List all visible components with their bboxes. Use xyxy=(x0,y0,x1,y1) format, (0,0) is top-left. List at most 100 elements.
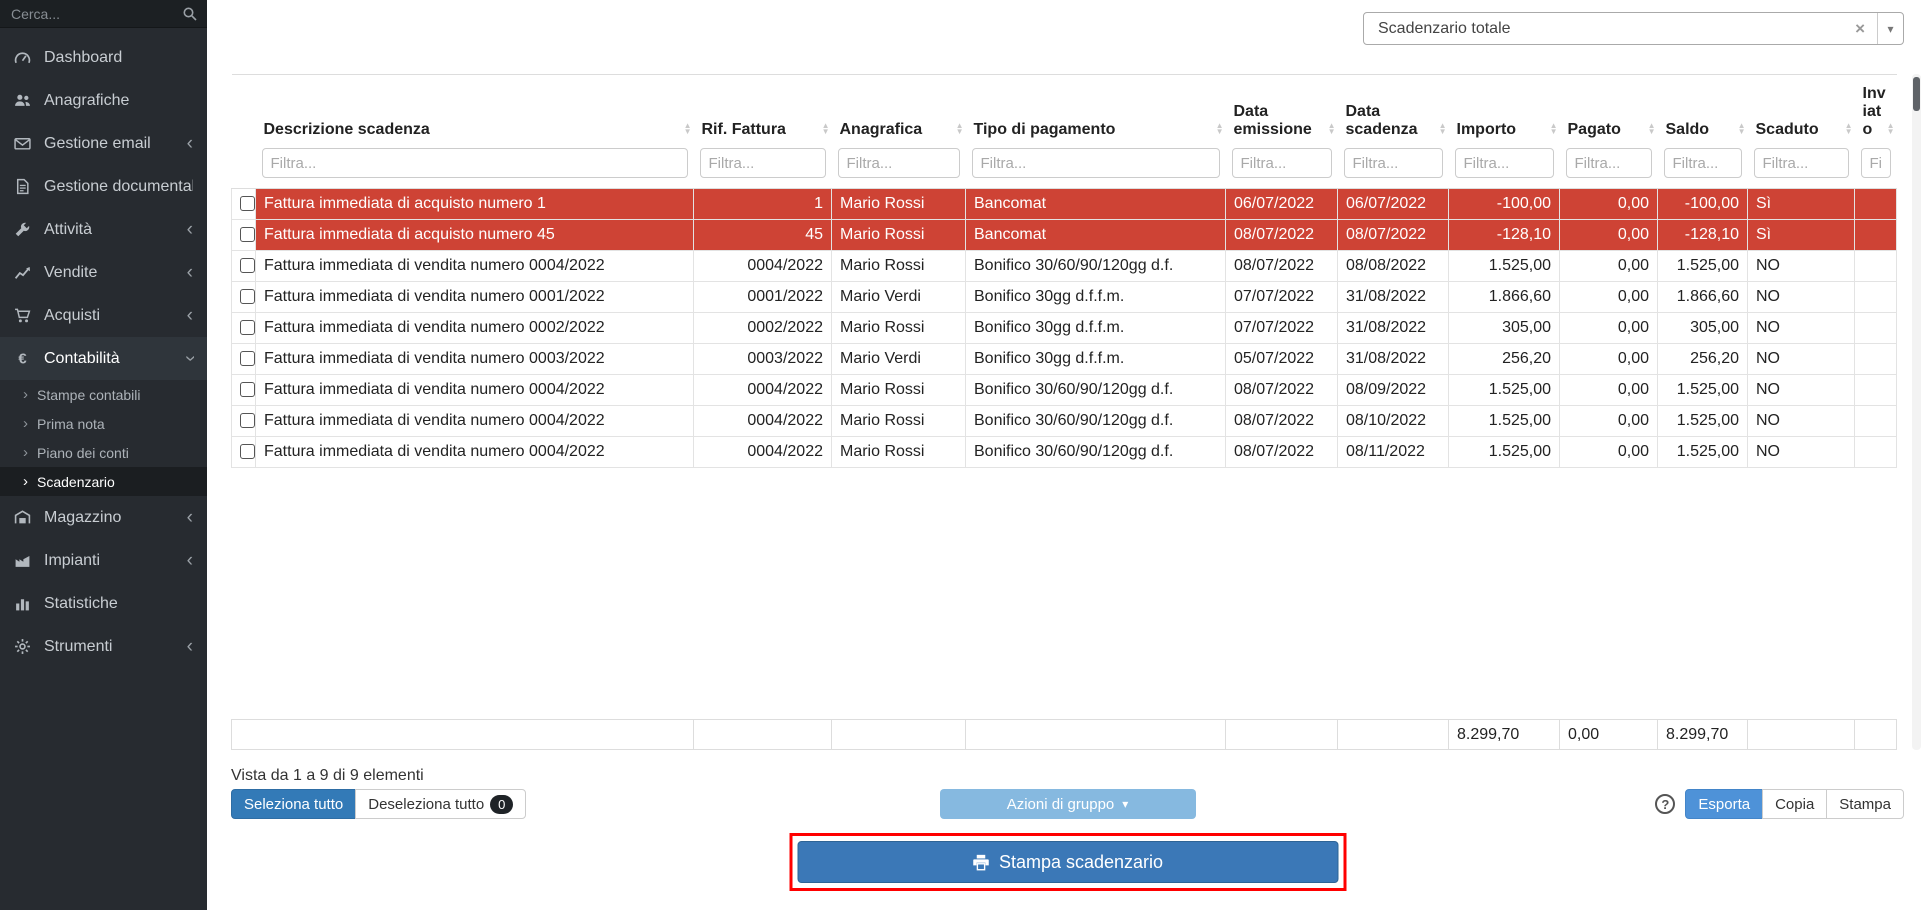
row-checkbox[interactable] xyxy=(240,444,255,459)
sidebar-item-statistiche[interactable]: Statistiche xyxy=(0,582,207,625)
table-row[interactable]: Fattura immediata di vendita numero 0003… xyxy=(232,344,1897,375)
row-checkbox[interactable] xyxy=(240,196,255,211)
filter-input-rif[interactable] xyxy=(700,148,826,178)
help-icon[interactable]: ? xyxy=(1655,794,1675,814)
sidebar-item-attivita[interactable]: Attività‹ xyxy=(0,208,207,251)
filter-input-anagrafica[interactable] xyxy=(838,148,960,178)
sidebar-subitem-scadenzario[interactable]: ›Scadenzario xyxy=(0,467,207,496)
cell-rif: 0001/2022 xyxy=(694,282,832,313)
filter-input-importo[interactable] xyxy=(1455,148,1554,178)
row-checkbox[interactable] xyxy=(240,351,255,366)
sidebar-item-impianti[interactable]: Impianti‹ xyxy=(0,539,207,582)
column-header-inviato[interactable]: Inviato▲▼ xyxy=(1855,75,1897,145)
cell-saldo: 1.525,00 xyxy=(1658,406,1748,437)
chevron-left-icon: ‹ xyxy=(181,637,193,656)
table-row[interactable]: Fattura immediata di vendita numero 0002… xyxy=(232,313,1897,344)
print-button[interactable]: Stampa xyxy=(1826,789,1904,819)
chevron-down-icon[interactable]: ▾ xyxy=(1877,13,1903,44)
column-header-saldo[interactable]: Saldo▲▼ xyxy=(1658,75,1748,145)
sidebar-item-strumenti[interactable]: Strumenti‹ xyxy=(0,625,207,668)
sidebar-item-anagrafiche[interactable]: Anagrafiche xyxy=(0,79,207,122)
filter-input-descrizione[interactable] xyxy=(262,148,688,178)
sort-icon: ▲▼ xyxy=(1439,123,1447,135)
column-header-rif[interactable]: Rif. Fattura▲▼ xyxy=(694,75,832,145)
filter-input-emissione[interactable] xyxy=(1232,148,1332,178)
filter-input-scaduto[interactable] xyxy=(1754,148,1849,178)
table-row[interactable]: Fattura immediata di acquisto numero 11M… xyxy=(232,189,1897,220)
sidebar-item-magazzino[interactable]: Magazzino‹ xyxy=(0,496,207,539)
print-schedule-button[interactable]: Stampa scadenzario xyxy=(798,841,1339,883)
cell-checkbox xyxy=(232,375,256,406)
sort-icon: ▲▼ xyxy=(1648,123,1656,135)
sidebar-subitem-stampe-contabili[interactable]: ›Stampe contabili xyxy=(0,380,207,409)
cell-scaduto: NO xyxy=(1748,344,1855,375)
table-row[interactable]: Fattura immediata di vendita numero 0004… xyxy=(232,437,1897,468)
export-button[interactable]: Esporta xyxy=(1685,789,1763,819)
table-row[interactable]: Fattura immediata di vendita numero 0004… xyxy=(232,375,1897,406)
search-input[interactable] xyxy=(0,0,207,27)
filter-input-saldo[interactable] xyxy=(1664,148,1742,178)
column-header-descrizione[interactable]: Descrizione scadenza▲▼ xyxy=(256,75,694,145)
cell-importo: 305,00 xyxy=(1449,313,1560,344)
filter-input-tipo[interactable] xyxy=(972,148,1220,178)
cell-pagato: 0,00 xyxy=(1560,220,1658,251)
group-actions-button[interactable]: Azioni di gruppo ▾ xyxy=(940,789,1196,819)
table-row[interactable]: Fattura immediata di vendita numero 0001… xyxy=(232,282,1897,313)
cell-emissione: 08/07/2022 xyxy=(1226,251,1338,282)
column-header-anagrafica[interactable]: Anagrafica▲▼ xyxy=(832,75,966,145)
results-summary: Vista da 1 a 9 di 9 elementi xyxy=(231,767,424,785)
cell-checkbox xyxy=(232,344,256,375)
column-header-importo[interactable]: Importo▲▼ xyxy=(1449,75,1560,145)
cell-rif: 0003/2022 xyxy=(694,344,832,375)
cell-tipo: Bonifico 30/60/90/120gg d.f. xyxy=(966,375,1226,406)
filter-input-pagato[interactable] xyxy=(1566,148,1652,178)
column-header-scadenza[interactable]: Data scadenza▲▼ xyxy=(1338,75,1449,145)
table-row[interactable]: Fattura immediata di vendita numero 0004… xyxy=(232,406,1897,437)
row-checkbox[interactable] xyxy=(240,227,255,242)
cell-emissione: 05/07/2022 xyxy=(1226,344,1338,375)
sidebar-subitem-prima-nota[interactable]: ›Prima nota xyxy=(0,409,207,438)
cell-checkbox xyxy=(232,282,256,313)
select-all-button[interactable]: Seleziona tutto xyxy=(231,789,356,819)
sidebar-item-gestione-documentale[interactable]: Gestione documentale xyxy=(0,165,207,208)
cell-rif: 0002/2022 xyxy=(694,313,832,344)
filter-input-inviato[interactable] xyxy=(1861,148,1891,178)
cell-checkbox xyxy=(232,313,256,344)
scrollbar-thumb[interactable] xyxy=(1913,77,1920,111)
cell-tipo: Bancomat xyxy=(966,220,1226,251)
sidebar-item-gestione-email[interactable]: Gestione email‹ xyxy=(0,122,207,165)
cell-pagato: 0,00 xyxy=(1560,406,1658,437)
row-checkbox[interactable] xyxy=(240,320,255,335)
cell-saldo: -128,10 xyxy=(1658,220,1748,251)
row-checkbox[interactable] xyxy=(240,413,255,428)
total-descrizione xyxy=(232,720,694,750)
clear-icon[interactable]: × xyxy=(1843,19,1877,39)
deselect-all-button[interactable]: Deseleziona tutto 0 xyxy=(355,789,526,819)
column-header-emissione[interactable]: Data emissione▲▼ xyxy=(1226,75,1338,145)
total-pagato: 0,00 xyxy=(1560,720,1658,750)
search-icon[interactable] xyxy=(182,6,198,22)
row-checkbox[interactable] xyxy=(240,289,255,304)
sidebar-item-acquisti[interactable]: Acquisti‹ xyxy=(0,294,207,337)
sidebar-item-dashboard[interactable]: Dashboard xyxy=(0,36,207,79)
copy-button[interactable]: Copia xyxy=(1762,789,1827,819)
chart-line-icon xyxy=(14,264,34,281)
svg-text:€: € xyxy=(18,352,26,367)
gear-icon xyxy=(14,638,34,655)
table-row[interactable]: Fattura immediata di acquisto numero 454… xyxy=(232,220,1897,251)
column-header-scaduto[interactable]: Scaduto▲▼ xyxy=(1748,75,1855,145)
sidebar-item-vendite[interactable]: Vendite‹ xyxy=(0,251,207,294)
sort-icon: ▲▼ xyxy=(684,123,692,135)
column-header-tipo[interactable]: Tipo di pagamento▲▼ xyxy=(966,75,1226,145)
table-row[interactable]: Fattura immediata di vendita numero 0004… xyxy=(232,251,1897,282)
sidebar-item-contabilita[interactable]: €Contabilità‹ xyxy=(0,337,207,380)
filter-input-scadenza[interactable] xyxy=(1344,148,1443,178)
filter-cell-emissione xyxy=(1226,144,1338,189)
scope-select[interactable]: Scadenzario totale × ▾ xyxy=(1363,12,1904,45)
row-checkbox[interactable] xyxy=(240,382,255,397)
column-header-pagato[interactable]: Pagato▲▼ xyxy=(1560,75,1658,145)
cell-rif: 45 xyxy=(694,220,832,251)
sidebar-subitem-piano-dei-conti[interactable]: ›Piano dei conti xyxy=(0,438,207,467)
row-checkbox[interactable] xyxy=(240,258,255,273)
cell-rif: 0004/2022 xyxy=(694,406,832,437)
